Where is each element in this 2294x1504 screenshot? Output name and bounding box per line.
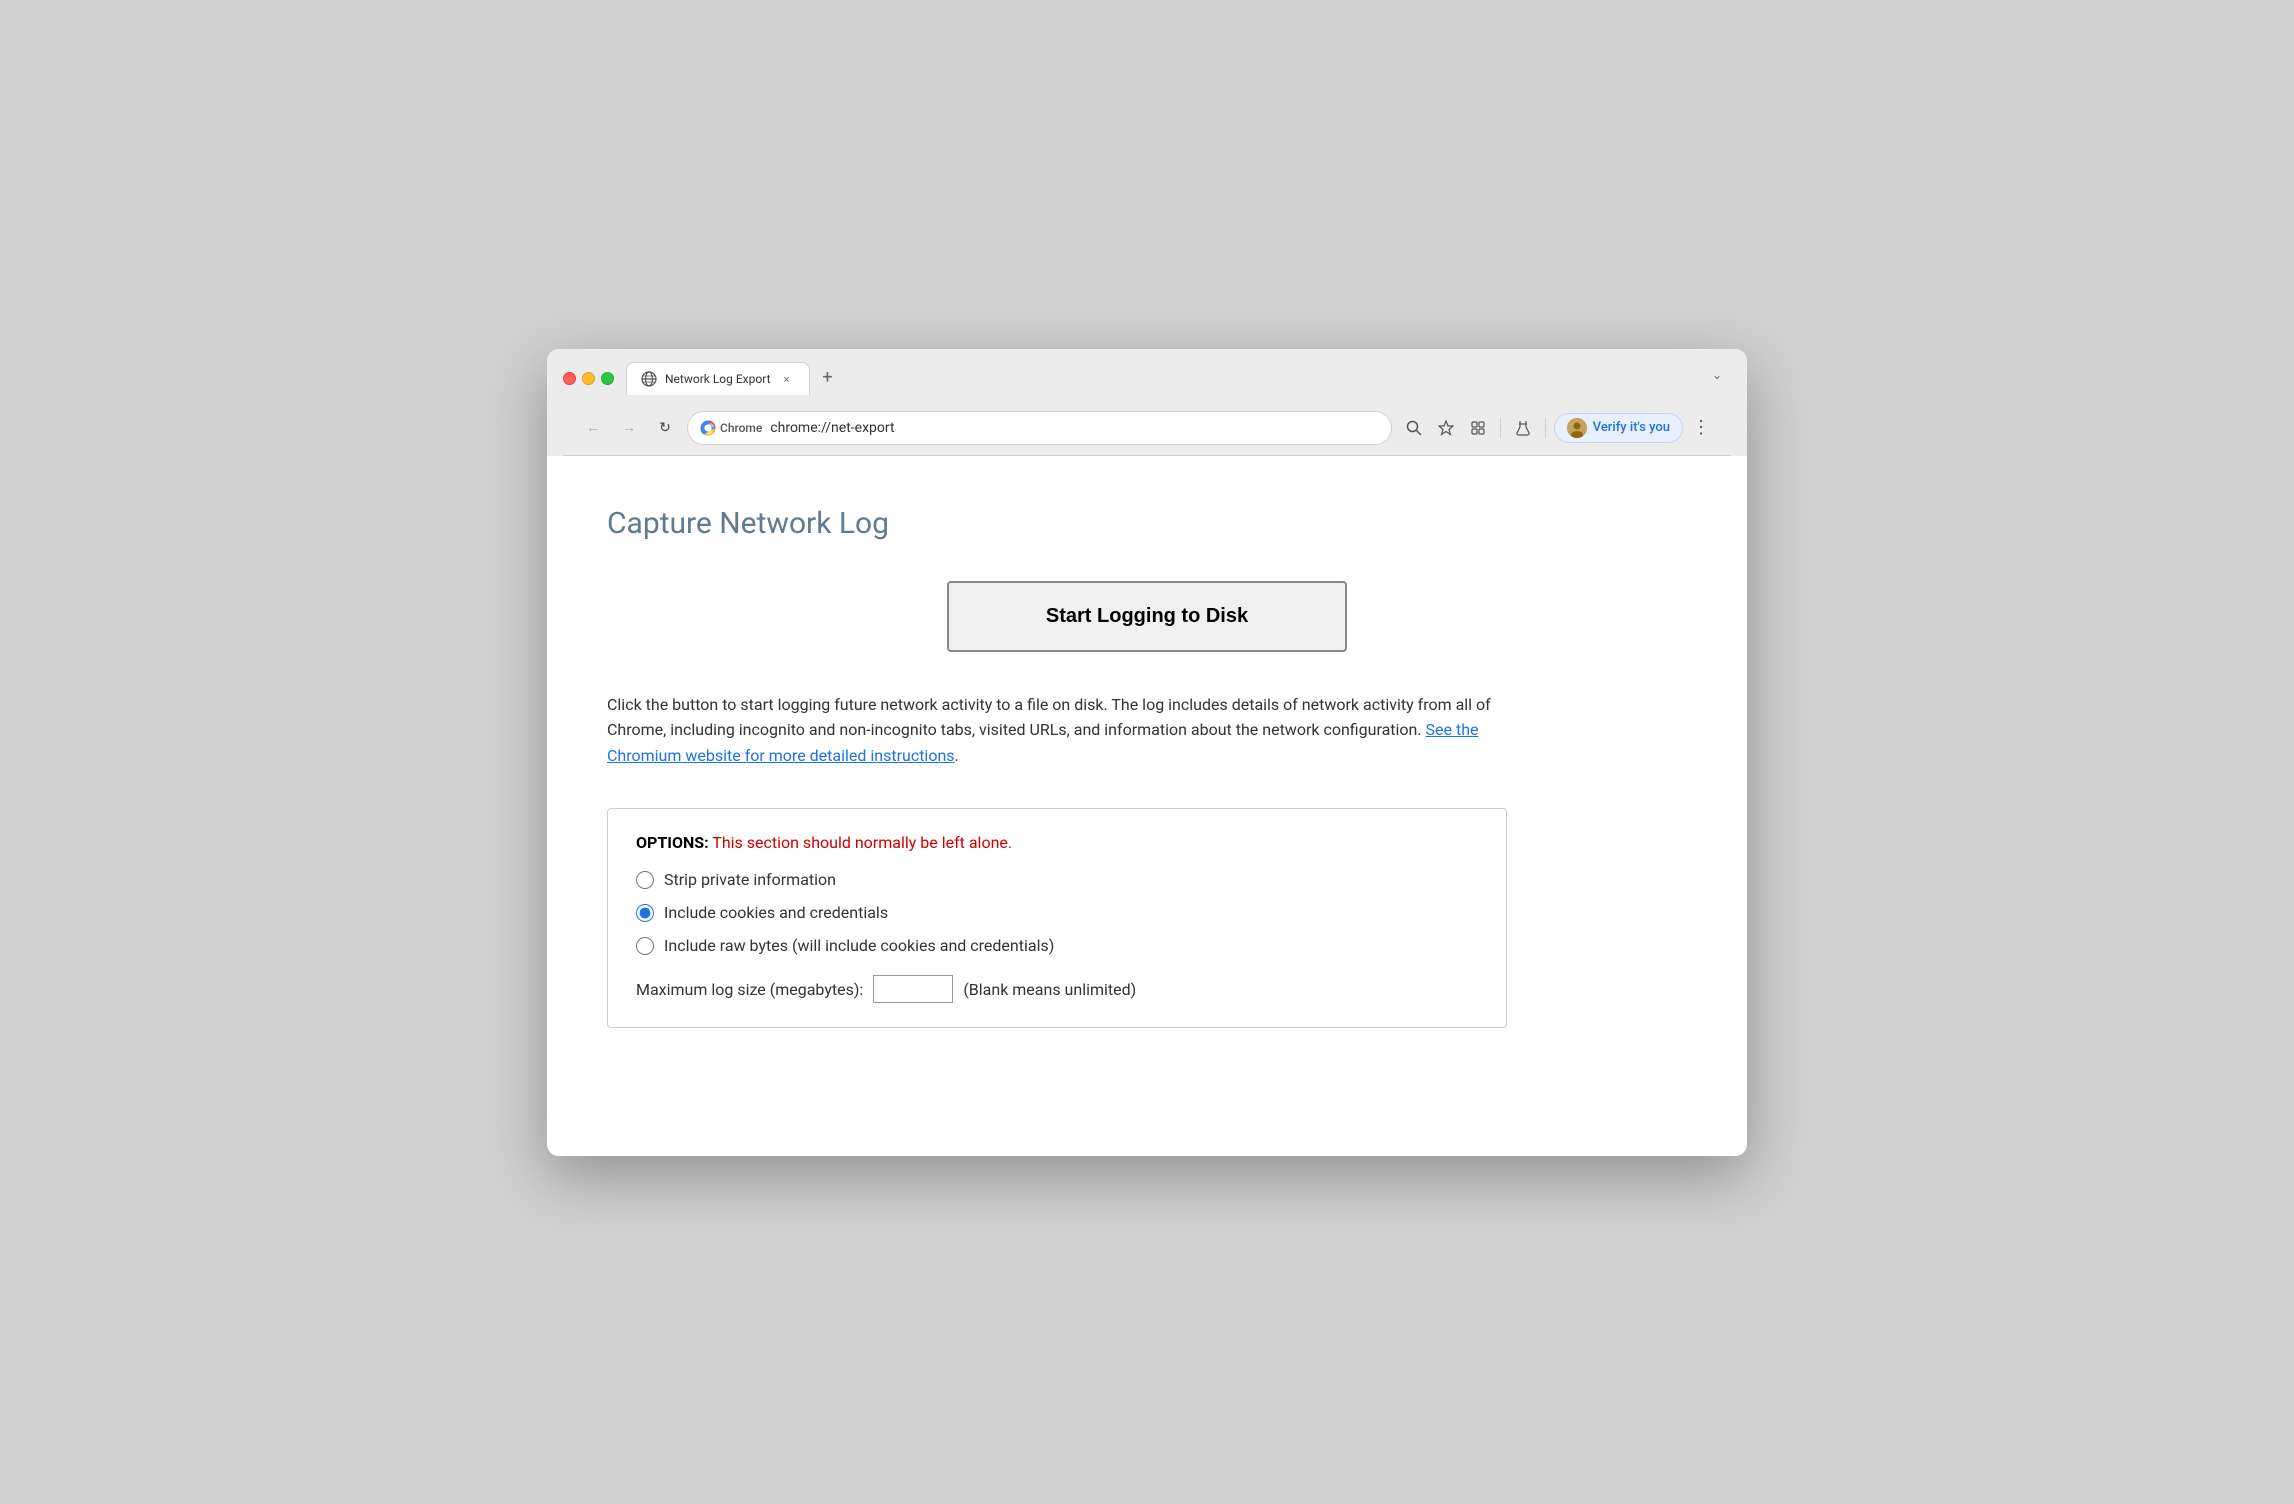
page-title: Capture Network Log [607,506,1687,541]
radio-raw-input[interactable] [636,937,654,955]
radio-cookies-label: Include cookies and credentials [664,903,888,922]
back-button[interactable]: ← [579,414,607,442]
radio-cookies[interactable]: Include cookies and credentials [636,903,1478,922]
tab-favicon [641,371,657,387]
forward-button[interactable]: → [615,414,643,442]
url-text: chrome://net-export [770,420,1378,436]
max-size-label: Maximum log size (megabytes): [636,980,863,999]
options-label: OPTIONS: [636,833,709,852]
radio-raw-label: Include raw bytes (will include cookies … [664,936,1054,955]
max-size-input[interactable] [873,975,953,1003]
radio-group: Strip private information Include cookie… [636,870,1478,955]
maximize-traffic-light[interactable] [601,372,614,385]
reload-button[interactable]: ↻ [651,414,679,442]
toolbar: ← → ↻ Chrome [563,405,1731,456]
menu-button[interactable]: ⋮ [1687,414,1715,442]
chrome-logo-icon [700,420,716,436]
star-icon [1438,420,1454,436]
radio-strip-input[interactable] [636,871,654,889]
flask-icon-button[interactable] [1509,414,1537,442]
description-after-link: . [955,746,959,765]
toolbar-actions: Verify it's you ⋮ [1400,413,1715,443]
flask-icon [1515,420,1531,436]
max-size-row: Maximum log size (megabytes): (Blank mea… [636,975,1478,1003]
minimize-traffic-light[interactable] [582,372,595,385]
description-text: Click the button to start logging future… [607,692,1507,769]
tab-title: Network Log Export [665,372,771,386]
verify-label: Verify it's you [1593,420,1670,435]
close-traffic-light[interactable] [563,372,576,385]
toolbar-divider-2 [1545,418,1546,438]
search-icon [1406,420,1422,436]
verify-avatar [1567,418,1587,438]
options-box: OPTIONS: This section should normally be… [607,808,1507,1028]
title-bar: Network Log Export × + ⌄ ← → ↻ [547,349,1747,456]
options-warning: This section should normally be left alo… [712,833,1012,852]
verify-button[interactable]: Verify it's you [1554,413,1683,443]
window-controls-right: ⌄ [1703,361,1731,389]
chevron-down-button[interactable]: ⌄ [1703,361,1731,389]
star-icon-button[interactable] [1432,414,1460,442]
radio-cookies-input[interactable] [636,904,654,922]
search-icon-button[interactable] [1400,414,1428,442]
new-tab-button[interactable]: + [814,363,842,391]
radio-raw[interactable]: Include raw bytes (will include cookies … [636,936,1478,955]
page-content: Capture Network Log Start Logging to Dis… [547,456,1747,1156]
extension-icon [1470,420,1486,436]
extension-icon-button[interactable] [1464,414,1492,442]
description-before-link: Click the button to start logging future… [607,695,1491,740]
address-bar[interactable]: Chrome chrome://net-export [687,411,1392,445]
browser-window: Network Log Export × + ⌄ ← → ↻ [547,349,1747,1156]
max-size-hint: (Blank means unlimited) [963,980,1136,999]
radio-strip[interactable]: Strip private information [636,870,1478,889]
tabs-row: Network Log Export × + [626,362,1691,395]
start-logging-button[interactable]: Start Logging to Disk [947,581,1347,652]
traffic-lights [563,372,614,385]
site-name-badge: Chrome [700,420,762,436]
options-header: OPTIONS: This section should normally be… [636,833,1478,852]
active-tab[interactable]: Network Log Export × [626,362,810,395]
site-name-label: Chrome [720,421,762,435]
title-bar-top: Network Log Export × + ⌄ [563,361,1731,397]
tab-close-button[interactable]: × [779,371,795,387]
toolbar-divider [1500,418,1501,438]
radio-strip-label: Strip private information [664,870,836,889]
